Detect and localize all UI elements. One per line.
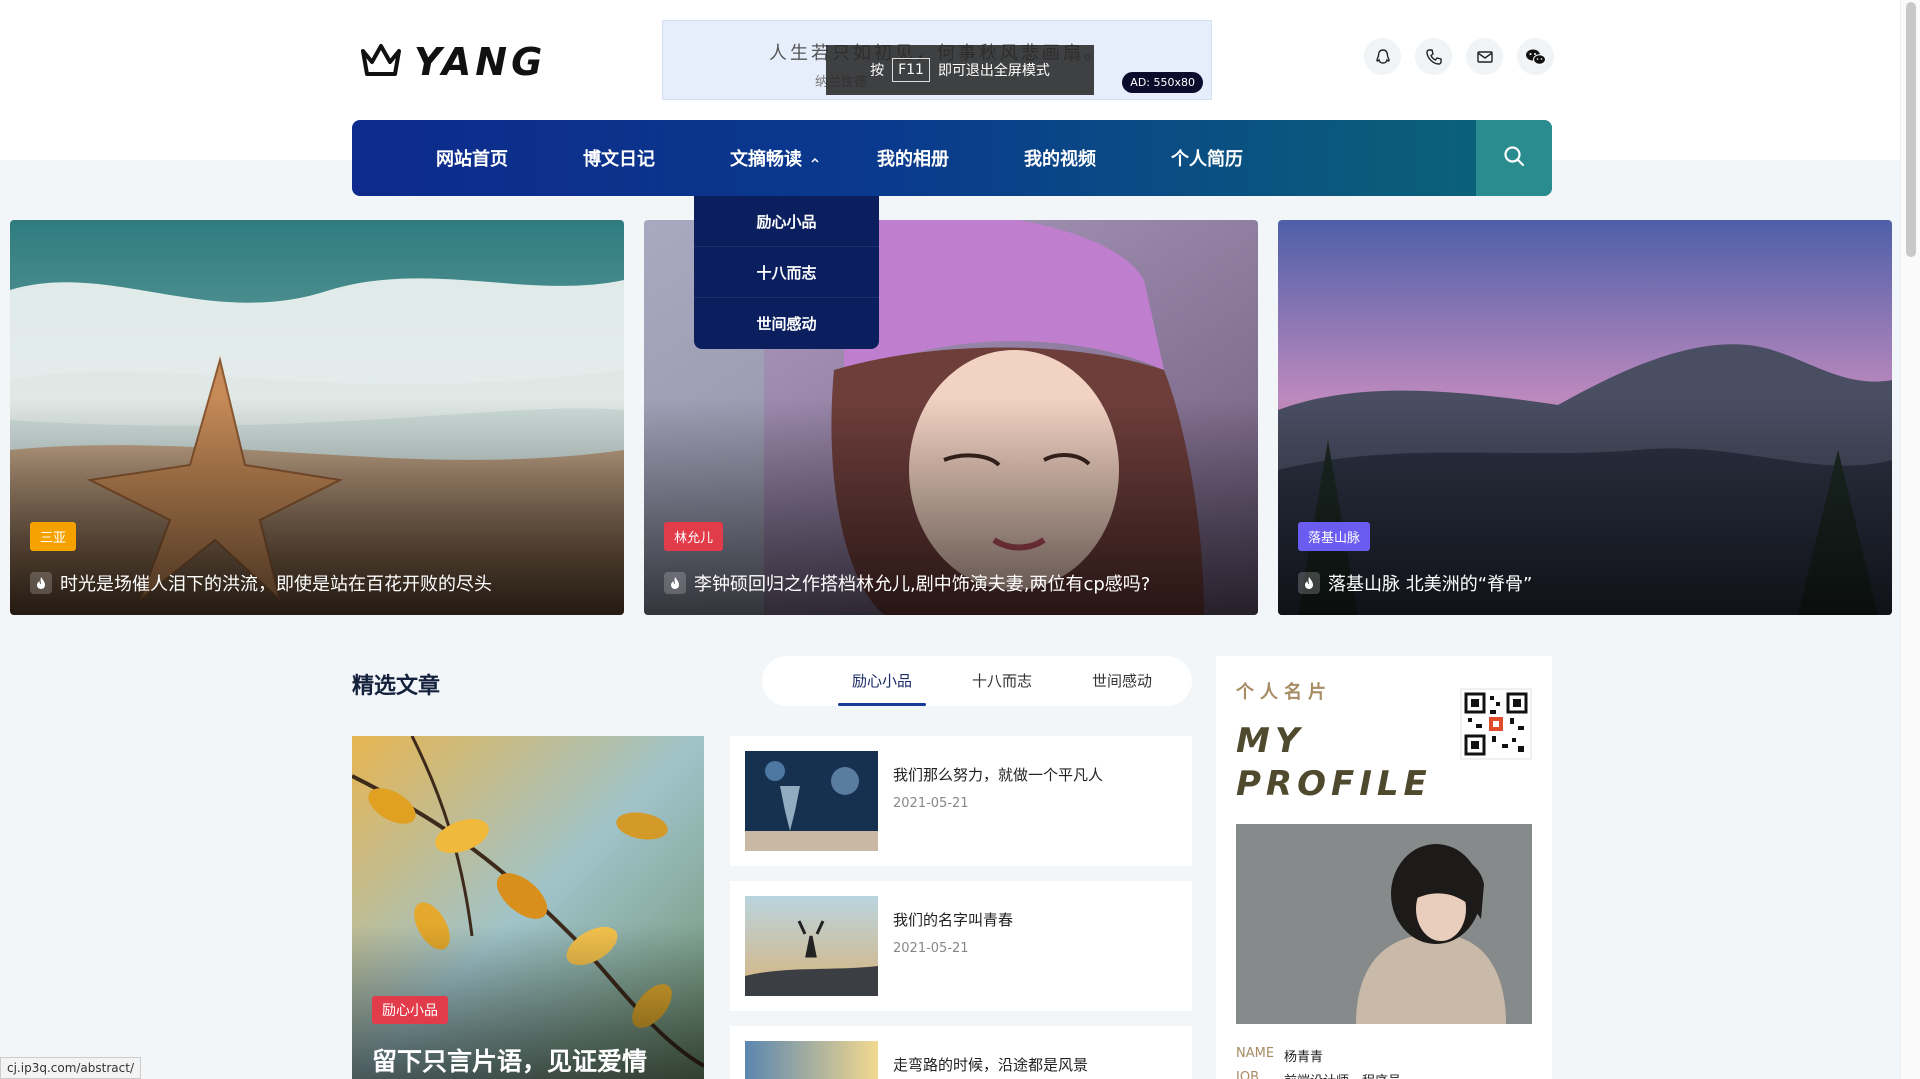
tab-inspire[interactable]: 励心小品 bbox=[822, 656, 942, 706]
item-thumbnail bbox=[745, 1041, 878, 1079]
wechat-icon[interactable] bbox=[1517, 38, 1554, 75]
profile-name-value: 杨青青 bbox=[1284, 1050, 1324, 1065]
nav-item-video[interactable]: 我的视频 bbox=[1024, 145, 1171, 171]
site-logo[interactable]: YANG bbox=[360, 40, 546, 84]
nav-label: 博文日记 bbox=[583, 149, 655, 170]
fullscreen-hint: 按 F11 即可退出全屏模式 bbox=[826, 45, 1094, 95]
tab-eighteen[interactable]: 十八而志 bbox=[942, 656, 1062, 706]
section-title: 精选文章 bbox=[352, 674, 441, 699]
profile-heading-profile: PROFILE bbox=[1236, 764, 1432, 804]
nav-label: 我的视频 bbox=[1024, 149, 1096, 170]
search-button[interactable] bbox=[1476, 120, 1552, 196]
hero-caption-text: 落基山脉 北美洲的“脊骨” bbox=[1328, 574, 1533, 595]
list-item[interactable]: 走弯路的时候，沿途都是风景 bbox=[730, 1026, 1192, 1079]
fullscreen-suffix: 即可退出全屏模式 bbox=[937, 63, 1050, 79]
main-nav: 网站首页 博文日记 文摘畅读 我的相册 我的视频 个人简历 bbox=[352, 120, 1552, 196]
nav-item-blog[interactable]: 博文日记 bbox=[583, 145, 730, 171]
profile-label: 个人名片 bbox=[1236, 682, 1332, 703]
nav-label: 网站首页 bbox=[436, 149, 508, 170]
hero-caption[interactable]: 李钟硕回归之作搭档林允儿,剧中饰演夫妻,两位有cp感吗? bbox=[664, 570, 1150, 596]
nav-label: 文摘畅读 bbox=[730, 149, 802, 170]
profile-job-value: 前端设计师、程序员 bbox=[1284, 1070, 1401, 1079]
dropdown-item[interactable]: 励心小品 bbox=[694, 196, 879, 247]
profile-heading: MY PROFILE bbox=[1236, 720, 1432, 806]
phone-icon[interactable] bbox=[1415, 38, 1452, 75]
hero-tag[interactable]: 落基山脉 bbox=[1298, 522, 1371, 551]
scrollbar-thumb[interactable] bbox=[1906, 2, 1916, 257]
profile-job-key: JOB bbox=[1236, 1070, 1259, 1079]
ad-size-badge: AD: 550x80 bbox=[1122, 72, 1203, 93]
nav-item-album[interactable]: 我的相册 bbox=[877, 145, 1024, 171]
qr-code-icon[interactable] bbox=[1460, 688, 1532, 760]
profile-card: 个人名片 MY PROFILE NAME 杨青青 JOB 前端设计师、程序员 bbox=[1216, 656, 1552, 1079]
item-title[interactable]: 我们的名字叫青春 bbox=[893, 909, 1013, 930]
f11-key: F11 bbox=[892, 58, 930, 82]
hero-tag[interactable]: 林允儿 bbox=[664, 522, 724, 551]
featured-big-card[interactable]: 励心小品 留下只言片语，见证爱情 bbox=[352, 736, 704, 1079]
status-url: cj.ip3q.com/abstract/ bbox=[0, 1057, 141, 1079]
crown-icon bbox=[360, 42, 402, 82]
featured-tabs: 励心小品 十八而志 世间感动 bbox=[762, 656, 1192, 706]
profile-heading-my: MY bbox=[1236, 721, 1305, 761]
dropdown-item[interactable]: 十八而志 bbox=[694, 247, 879, 298]
nav-item-reading[interactable]: 文摘畅读 bbox=[730, 145, 877, 171]
flame-icon bbox=[30, 572, 52, 594]
hero-caption-text: 时光是场催人泪下的洪流，即使是站在百花开败的尽头 bbox=[60, 574, 492, 595]
nav-item-resume[interactable]: 个人简历 bbox=[1171, 145, 1318, 171]
item-thumbnail bbox=[745, 751, 878, 851]
tab-touching[interactable]: 世间感动 bbox=[1062, 656, 1182, 706]
nav-item-home[interactable]: 网站首页 bbox=[436, 145, 583, 171]
hero-caption-text: 李钟硕回归之作搭档林允儿,剧中饰演夫妻,两位有cp感吗? bbox=[694, 574, 1151, 595]
scrollbar[interactable] bbox=[1900, 0, 1920, 1079]
item-title[interactable]: 我们那么努力，就做一个平凡人 bbox=[893, 764, 1103, 785]
flame-icon bbox=[1298, 572, 1320, 594]
hero-card-beach[interactable]: 三亚 时光是场催人泪下的洪流，即使是站在百花开败的尽头 bbox=[10, 220, 624, 615]
nav-label: 个人简历 bbox=[1171, 149, 1243, 170]
item-date: 2021-05-21 bbox=[893, 941, 969, 956]
flame-icon bbox=[664, 572, 686, 594]
featured-big-title[interactable]: 留下只言片语，见证爱情 bbox=[372, 1042, 647, 1078]
mail-icon[interactable] bbox=[1466, 38, 1503, 75]
hero-tag[interactable]: 三亚 bbox=[30, 522, 77, 551]
hero-caption[interactable]: 时光是场催人泪下的洪流，即使是站在百花开败的尽头 bbox=[30, 570, 492, 596]
dropdown-item[interactable]: 世间感动 bbox=[694, 298, 879, 349]
item-date: 2021-05-21 bbox=[893, 796, 969, 811]
profile-name-key: NAME bbox=[1236, 1046, 1275, 1061]
qq-icon[interactable] bbox=[1364, 38, 1401, 75]
hero-card-mountain[interactable]: 落基山脉 落基山脉 北美洲的“脊骨” bbox=[1278, 220, 1892, 615]
profile-photo bbox=[1236, 824, 1532, 1024]
nav-label: 我的相册 bbox=[877, 149, 949, 170]
fullscreen-prefix: 按 bbox=[870, 63, 885, 79]
list-item[interactable]: 我们那么努力，就做一个平凡人 2021-05-21 bbox=[730, 736, 1192, 866]
list-item[interactable]: 我们的名字叫青春 2021-05-21 bbox=[730, 881, 1192, 1011]
chevron-up-icon bbox=[810, 148, 820, 169]
featured-tag[interactable]: 励心小品 bbox=[372, 996, 448, 1024]
social-links bbox=[1364, 38, 1554, 75]
nav-dropdown: 励心小品 十八而志 世间感动 bbox=[694, 196, 879, 349]
hero-caption[interactable]: 落基山脉 北美洲的“脊骨” bbox=[1298, 570, 1532, 596]
item-thumbnail bbox=[745, 896, 878, 996]
item-title[interactable]: 走弯路的时候，沿途都是风景 bbox=[893, 1054, 1088, 1075]
search-icon bbox=[1502, 144, 1526, 172]
logo-text: YANG bbox=[414, 40, 547, 84]
